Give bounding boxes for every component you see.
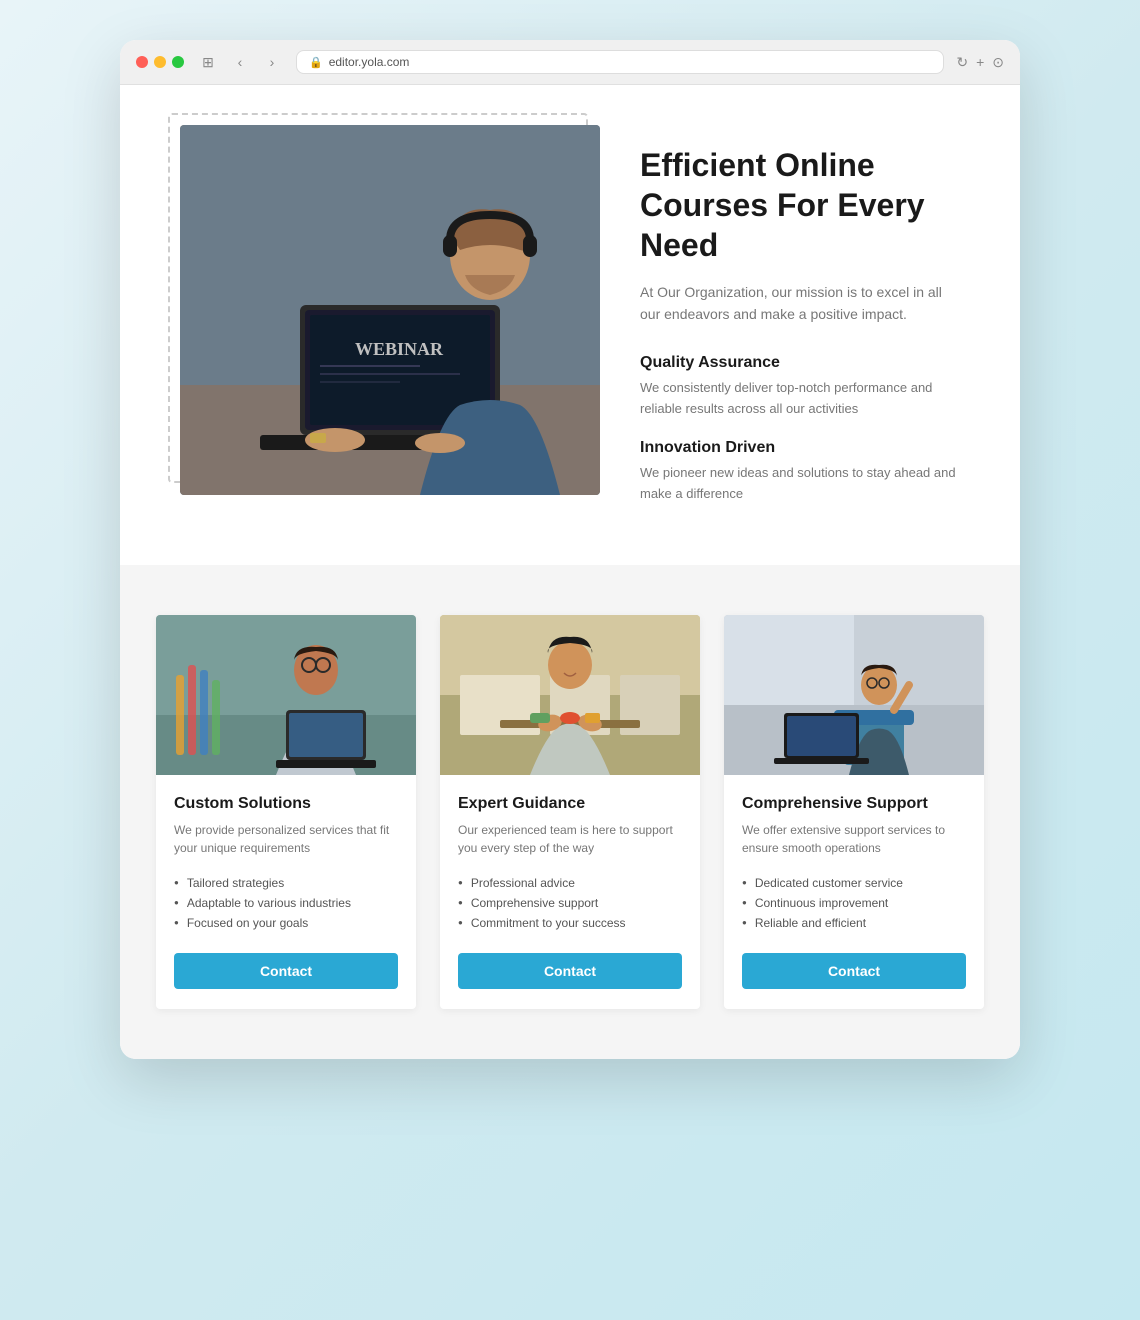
card-3-list: Dedicated customer service Continuous im… xyxy=(742,873,966,933)
card-1-list: Tailored strategies Adaptable to various… xyxy=(174,873,398,933)
card-3-bullet-3: Reliable and efficient xyxy=(742,913,966,933)
svg-text:WEBINAR: WEBINAR xyxy=(355,339,444,359)
card-2-image xyxy=(440,615,700,775)
card-1-bullet-2: Adaptable to various industries xyxy=(174,893,398,913)
feature-quality: Quality Assurance We consistently delive… xyxy=(640,354,960,420)
tab-overview-button[interactable]: ⊞ xyxy=(196,50,220,74)
card-2-body: Expert Guidance Our experienced team is … xyxy=(440,775,700,1009)
address-bar[interactable]: 🔒 editor.yola.com xyxy=(296,50,944,74)
card-3-image xyxy=(724,615,984,775)
browser-actions: ↻ + ⊙ xyxy=(956,54,1004,71)
browser-controls: ⊞ ‹ › xyxy=(196,50,284,74)
traffic-lights xyxy=(136,56,184,68)
forward-button[interactable]: › xyxy=(260,50,284,74)
hero-title: Efficient Online Courses For Every Need xyxy=(640,145,960,265)
lock-icon: 🔒 xyxy=(309,56,323,69)
card-1-image xyxy=(156,615,416,775)
card-expert-guidance: Expert Guidance Our experienced team is … xyxy=(440,615,700,1009)
card-2-desc: Our experienced team is here to support … xyxy=(458,821,682,857)
card-2-bullet-2: Comprehensive support xyxy=(458,893,682,913)
card-2-title: Expert Guidance xyxy=(458,795,682,813)
card-custom-solutions: Custom Solutions We provide personalized… xyxy=(156,615,416,1009)
hero-section: WEBINAR xyxy=(120,85,1020,565)
card-3-title: Comprehensive Support xyxy=(742,795,966,813)
card-3-bullet-2: Continuous improvement xyxy=(742,893,966,913)
back-button[interactable]: ‹ xyxy=(228,50,252,74)
card-1-bullet-1: Tailored strategies xyxy=(174,873,398,893)
card-3-contact-button[interactable]: Contact xyxy=(742,953,966,989)
card-1-contact-button[interactable]: Contact xyxy=(174,953,398,989)
card-3-body: Comprehensive Support We offer extensive… xyxy=(724,775,984,1009)
hero-image: WEBINAR xyxy=(180,125,600,495)
card-2-list: Professional advice Comprehensive suppor… xyxy=(458,873,682,933)
browser-chrome: ⊞ ‹ › 🔒 editor.yola.com ↻ + ⊙ xyxy=(120,40,1020,85)
close-traffic-light[interactable] xyxy=(136,56,148,68)
card-1-bullet-3: Focused on your goals xyxy=(174,913,398,933)
new-tab-icon[interactable]: + xyxy=(976,54,984,71)
feature-innovation-title: Innovation Driven xyxy=(640,439,960,457)
minimize-traffic-light[interactable] xyxy=(154,56,166,68)
hero-text: Efficient Online Courses For Every Need … xyxy=(640,125,960,525)
card-1-desc: We provide personalized services that fi… xyxy=(174,821,398,857)
url-text: editor.yola.com xyxy=(329,55,410,69)
card-2-bullet-1: Professional advice xyxy=(458,873,682,893)
reload-icon[interactable]: ↻ xyxy=(956,54,968,71)
card-3-desc: We offer extensive support services to e… xyxy=(742,821,966,857)
hero-subtitle: At Our Organization, our mission is to e… xyxy=(640,281,960,326)
feature-quality-desc: We consistently deliver top-notch perfor… xyxy=(640,378,960,420)
card-1-title: Custom Solutions xyxy=(174,795,398,813)
card-2-bullet-3: Commitment to your success xyxy=(458,913,682,933)
card-comprehensive-support: Comprehensive Support We offer extensive… xyxy=(724,615,984,1009)
browser-window: ⊞ ‹ › 🔒 editor.yola.com ↻ + ⊙ xyxy=(120,40,1020,1059)
feature-innovation: Innovation Driven We pioneer new ideas a… xyxy=(640,439,960,505)
cards-section: Custom Solutions We provide personalized… xyxy=(120,565,1020,1059)
feature-innovation-desc: We pioneer new ideas and solutions to st… xyxy=(640,463,960,505)
card-1-body: Custom Solutions We provide personalized… xyxy=(156,775,416,1009)
fullscreen-traffic-light[interactable] xyxy=(172,56,184,68)
hero-image-container: WEBINAR xyxy=(180,125,600,495)
profile-icon[interactable]: ⊙ xyxy=(992,54,1004,71)
card-3-bullet-1: Dedicated customer service xyxy=(742,873,966,893)
card-2-contact-button[interactable]: Contact xyxy=(458,953,682,989)
page-content: WEBINAR xyxy=(120,85,1020,1059)
feature-quality-title: Quality Assurance xyxy=(640,354,960,372)
